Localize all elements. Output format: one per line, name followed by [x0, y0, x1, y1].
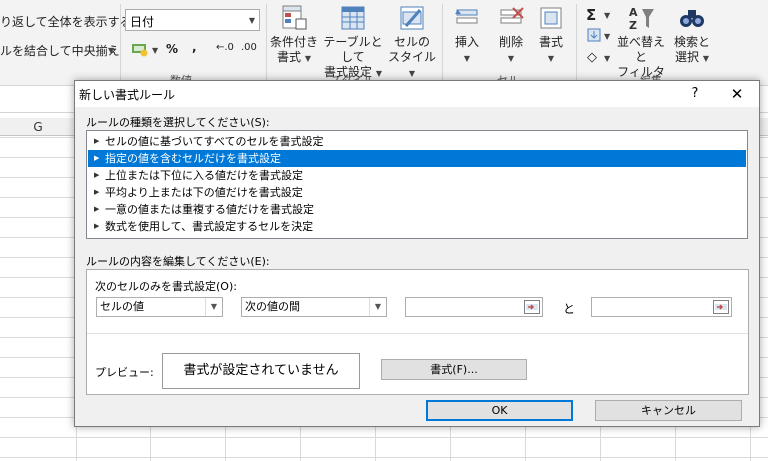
number-format-combo[interactable]: 日付 ▼: [125, 9, 260, 31]
delete-cells-icon: [500, 7, 524, 24]
cancel-button[interactable]: キャンセル: [595, 400, 742, 421]
percent-button[interactable]: %: [166, 42, 178, 56]
group-separator: [576, 4, 577, 80]
sort-filter-icon: AZ: [629, 6, 654, 32]
column-header-g[interactable]: G: [0, 118, 76, 136]
conditional-formatting-line2: 書式: [277, 50, 302, 64]
dialog-titlebar[interactable]: 新しい書式ルール ? ✕: [75, 81, 759, 107]
autosum-icon[interactable]: Σ: [586, 6, 596, 24]
merge-center-button[interactable]: ルを結合して中央揃え: [0, 42, 120, 59]
group-separator: [442, 4, 443, 80]
operator-value: 次の値の間: [245, 300, 300, 313]
ok-button[interactable]: OK: [426, 400, 573, 421]
clear-dropdown-icon[interactable]: ▼: [604, 54, 610, 63]
triangle-right-icon: ▶: [94, 188, 100, 196]
range-select-icon[interactable]: [713, 300, 729, 314]
cell-styles-line2: スタイル: [387, 50, 436, 64]
format-as-table-icon: [341, 6, 365, 30]
find-select-button[interactable]: 検索と 選択 ▼: [670, 4, 714, 66]
value2-input[interactable]: [591, 297, 732, 317]
and-label: と: [563, 302, 576, 316]
format-label: 書式: [538, 35, 563, 49]
conditional-formatting-button[interactable]: 条件付き 書式 ▼: [268, 4, 320, 66]
condition-type-select[interactable]: セルの値 ▼: [96, 297, 223, 317]
group-separator: [120, 4, 121, 80]
number-format-value: 日付: [130, 15, 155, 29]
currency-icon[interactable]: [131, 41, 149, 60]
fill-icon[interactable]: [587, 28, 601, 45]
format-button[interactable]: 書式 ▼: [532, 4, 570, 66]
rule-type-text: 一意の値または重複する値だけを書式設定: [105, 203, 314, 216]
edit-rule-label: ルールの内容を編集してください(E):: [86, 255, 270, 268]
conditional-formatting-icon: [282, 5, 307, 30]
merge-dropdown-icon[interactable]: ▼: [108, 46, 114, 55]
format-preview: 書式が設定されていません: [162, 353, 360, 389]
chevron-down-icon[interactable]: ▼: [369, 298, 386, 316]
rule-type-text: セルの値に基づいてすべてのセルを書式設定: [105, 135, 324, 148]
group-separator: [266, 4, 267, 80]
triangle-right-icon: ▶: [94, 154, 100, 162]
sort-filter-line1: 並べ替えと: [616, 35, 665, 64]
rule-type-text: 上位または下位に入る値だけを書式設定: [105, 169, 303, 182]
close-button[interactable]: ✕: [727, 84, 747, 104]
value1-input[interactable]: [405, 297, 543, 317]
help-button[interactable]: ?: [685, 84, 705, 104]
triangle-right-icon: ▶: [94, 137, 100, 145]
conditional-formatting-line1: 条件付き: [269, 35, 318, 49]
rule-type-item[interactable]: ▶ 上位または下位に入る値だけを書式設定: [88, 167, 746, 184]
format-button[interactable]: 書式(F)...: [381, 359, 527, 380]
autosum-dropdown-icon[interactable]: ▼: [604, 11, 610, 20]
rule-description-panel: 次のセルのみを書式設定(O): セルの値 ▼ 次の値の間 ▼ と プレビュー: …: [86, 269, 749, 395]
rule-type-label: ルールの種類を選択してください(S):: [86, 116, 270, 129]
currency-dropdown-icon[interactable]: ▼: [152, 46, 158, 55]
insert-button[interactable]: 挿入 ▼: [448, 4, 486, 66]
rule-type-item[interactable]: ▶ 一意の値または重複する値だけを書式設定: [88, 201, 746, 218]
format-as-table-button[interactable]: テーブルとして 書式設定 ▼: [320, 4, 386, 81]
wrap-text-button[interactable]: り返して全体を表示する: [0, 13, 132, 30]
fill-dropdown-icon[interactable]: ▼: [604, 32, 610, 41]
cell-styles-icon: [400, 6, 424, 30]
ribbon: り返して全体を表示する ルを結合して中央揃え ▼ 日付 ▼ ▼ % , ←.0 …: [0, 0, 768, 86]
operator-select[interactable]: 次の値の間 ▼: [241, 297, 387, 317]
chevron-down-icon[interactable]: ▼: [249, 16, 255, 25]
triangle-right-icon: ▶: [94, 222, 100, 230]
condition-type-value: セルの値: [100, 300, 144, 313]
decrease-decimal-icon[interactable]: .00: [241, 42, 257, 53]
increase-decimal-icon[interactable]: ←.0: [216, 42, 234, 53]
format-as-table-line1: テーブルとして: [323, 35, 383, 64]
format-cells-icon: [540, 7, 562, 29]
new-formatting-rule-dialog: 新しい書式ルール ? ✕ ルールの種類を選択してください(S): ▶ セルの値に基…: [74, 80, 760, 427]
preview-label: プレビュー:: [95, 366, 154, 379]
delete-label: 削除: [498, 35, 523, 49]
rule-type-item[interactable]: ▶ セルの値に基づいてすべてのセルを書式設定: [88, 133, 746, 150]
clear-icon[interactable]: ◇: [587, 50, 597, 65]
rule-type-item-selected[interactable]: ▶ 指定の値を含むセルだけを書式設定: [88, 150, 746, 167]
cell-styles-line1: セルの: [393, 35, 430, 49]
rule-type-item[interactable]: ▶ 平均より上または下の値だけを書式設定: [88, 184, 746, 201]
find-select-line2: 選択: [675, 50, 700, 64]
triangle-right-icon: ▶: [94, 171, 100, 179]
rule-type-text: 数式を使用して、書式設定するセルを決定: [105, 220, 314, 233]
range-select-icon[interactable]: [524, 300, 540, 314]
find-select-line1: 検索と: [673, 35, 710, 49]
format-only-label: 次のセルのみを書式設定(O):: [95, 280, 237, 293]
svg-text:A: A: [629, 6, 638, 19]
chevron-down-icon[interactable]: ▼: [205, 298, 222, 316]
dialog-title: 新しい書式ルール: [79, 88, 176, 102]
rule-type-list[interactable]: ▶ セルの値に基づいてすべてのセルを書式設定 ▶ 指定の値を含むセルだけを書式設定 …: [86, 130, 748, 239]
triangle-right-icon: ▶: [94, 205, 100, 213]
insert-cells-icon: [455, 9, 478, 24]
comma-button[interactable]: ,: [192, 40, 197, 54]
delete-button[interactable]: 削除 ▼: [492, 4, 530, 66]
panel-divider: [87, 333, 748, 334]
rule-type-text: 平均より上または下の値だけを書式設定: [105, 186, 303, 199]
rule-type-text: 指定の値を含むセルだけを書式設定: [105, 152, 281, 165]
svg-text:Z: Z: [629, 19, 637, 32]
cell-styles-button[interactable]: セルの スタイル ▼: [386, 4, 438, 81]
binoculars-icon: [680, 10, 704, 27]
rule-type-item[interactable]: ▶ 数式を使用して、書式設定するセルを決定: [88, 218, 746, 235]
insert-label: 挿入: [454, 35, 479, 49]
